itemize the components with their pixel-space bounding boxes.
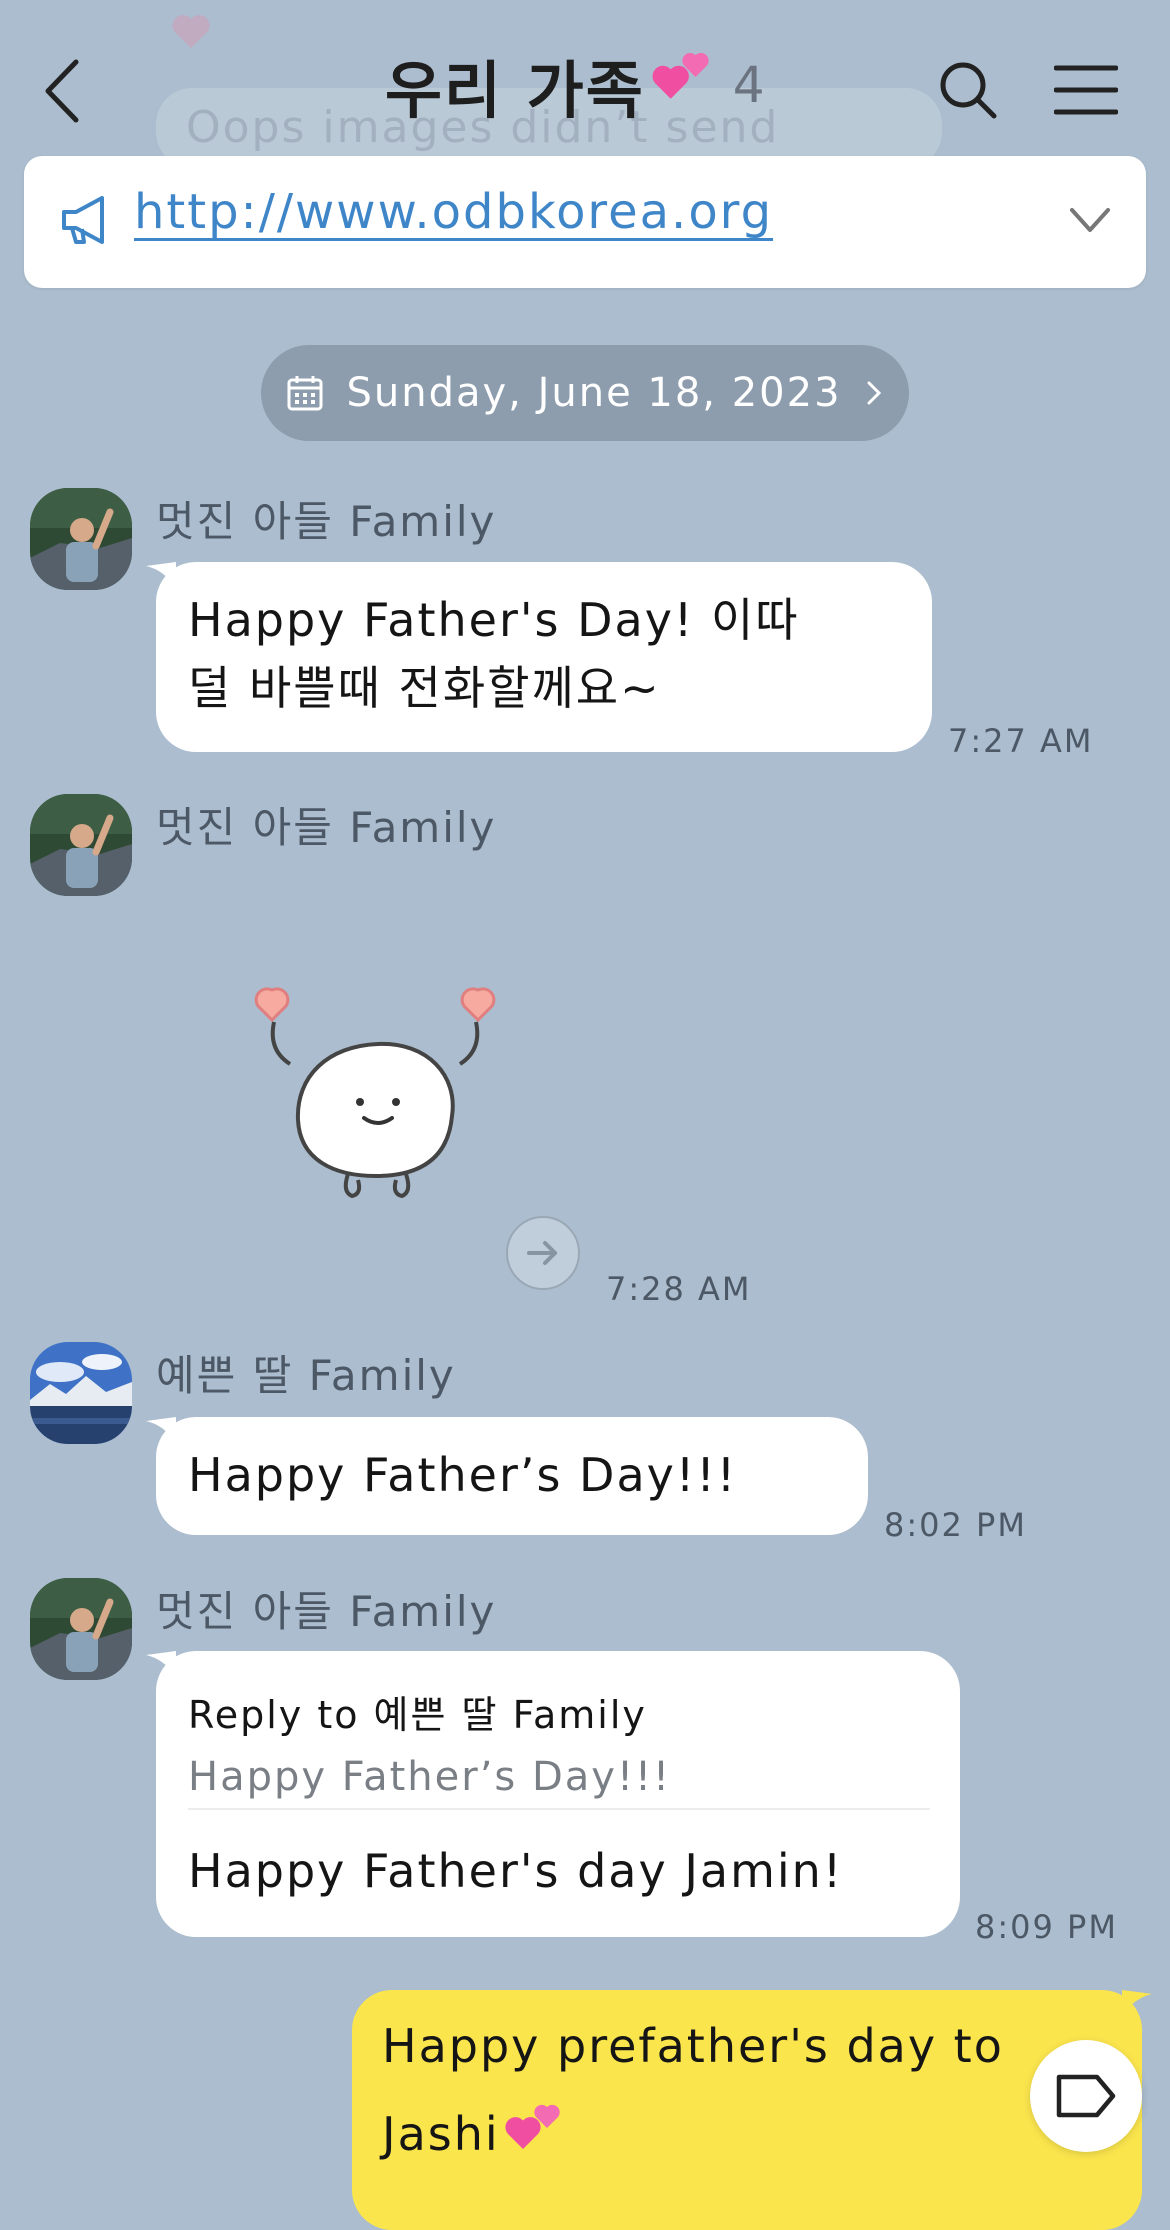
reply-message-bubble[interactable]: Reply to 예쁜 딸 Family Happy Father’s Day!… [156, 1651, 960, 1937]
avatar-son[interactable] [30, 794, 132, 896]
chevron-right-icon [867, 381, 881, 405]
avatar-son[interactable] [30, 488, 132, 590]
my-message-line-2: Jashi [382, 2090, 562, 2178]
two-hearts-emoji-icon [505, 2104, 560, 2149]
chat-title-bar[interactable]: 우리 가족 4 [385, 40, 765, 130]
message-text: Happy Father’s Day!!! [188, 1448, 738, 1502]
heart-icon [172, 15, 210, 49]
avatar-photo [30, 1342, 132, 1444]
message-time: 8:09 PM [975, 1908, 1118, 1946]
chat-title: 우리 가족 [385, 54, 645, 127]
message-bubble[interactable]: Happy Father’s Day!!! [156, 1417, 868, 1535]
message-time: 7:27 AM [948, 722, 1094, 760]
tag-icon [1056, 2074, 1116, 2118]
reply-quote[interactable]: Happy Father’s Day!!! [188, 1743, 671, 1811]
my-bubble-tail [1122, 1990, 1152, 2016]
date-divider[interactable]: Sunday, June 18, 2023 [261, 345, 909, 441]
sender-name: 멋진 아들 Family [156, 1587, 497, 1636]
sender-name: 예쁜 딸 Family [156, 1351, 456, 1400]
sender-name: 멋진 아들 Family [156, 497, 497, 546]
avatar-photo [30, 794, 132, 896]
menu-icon[interactable] [1054, 62, 1118, 118]
reply-to-label: Reply to 예쁜 딸 Family [188, 1693, 647, 1737]
avatar-photo [30, 488, 132, 590]
date-label: Sunday, June 18, 2023 [346, 370, 842, 416]
back-button[interactable] [40, 56, 90, 126]
avatar-son[interactable] [30, 1578, 132, 1680]
message-bubble[interactable]: Happy Father's Day! 이따 덜 바쁠때 전화할께요~ [156, 562, 932, 752]
message-line: Happy Father's Day! 이따 [188, 593, 800, 647]
my-message-line: Happy prefather's day to [382, 2019, 1004, 2073]
sticker-image[interactable] [238, 980, 518, 1220]
chevron-down-icon[interactable] [1066, 200, 1114, 240]
avatar-photo [30, 1578, 132, 1680]
forward-icon [527, 1241, 557, 1265]
tag-button[interactable] [1030, 2040, 1142, 2152]
message-line: 덜 바쁠때 전화할께요~ [188, 661, 661, 715]
message-time: 7:28 AM [606, 1270, 752, 1308]
search-icon[interactable] [936, 58, 1000, 122]
message-time: 8:02 PM [884, 1506, 1027, 1544]
forward-button[interactable] [506, 1216, 580, 1290]
member-count: 4 [732, 56, 765, 114]
avatar-daughter[interactable] [30, 1342, 132, 1444]
notice-link[interactable]: http://www.odbkorea.org [134, 184, 773, 240]
reply-divider [188, 1808, 930, 1810]
megaphone-icon [62, 196, 104, 244]
two-hearts-emoji-icon [652, 53, 709, 99]
sender-name: 멋진 아들 Family [156, 803, 497, 852]
calendar-icon [287, 376, 323, 411]
message-text: Happy Father's day Jamin! [188, 1844, 844, 1898]
my-message-text: Jashi [382, 2107, 500, 2161]
